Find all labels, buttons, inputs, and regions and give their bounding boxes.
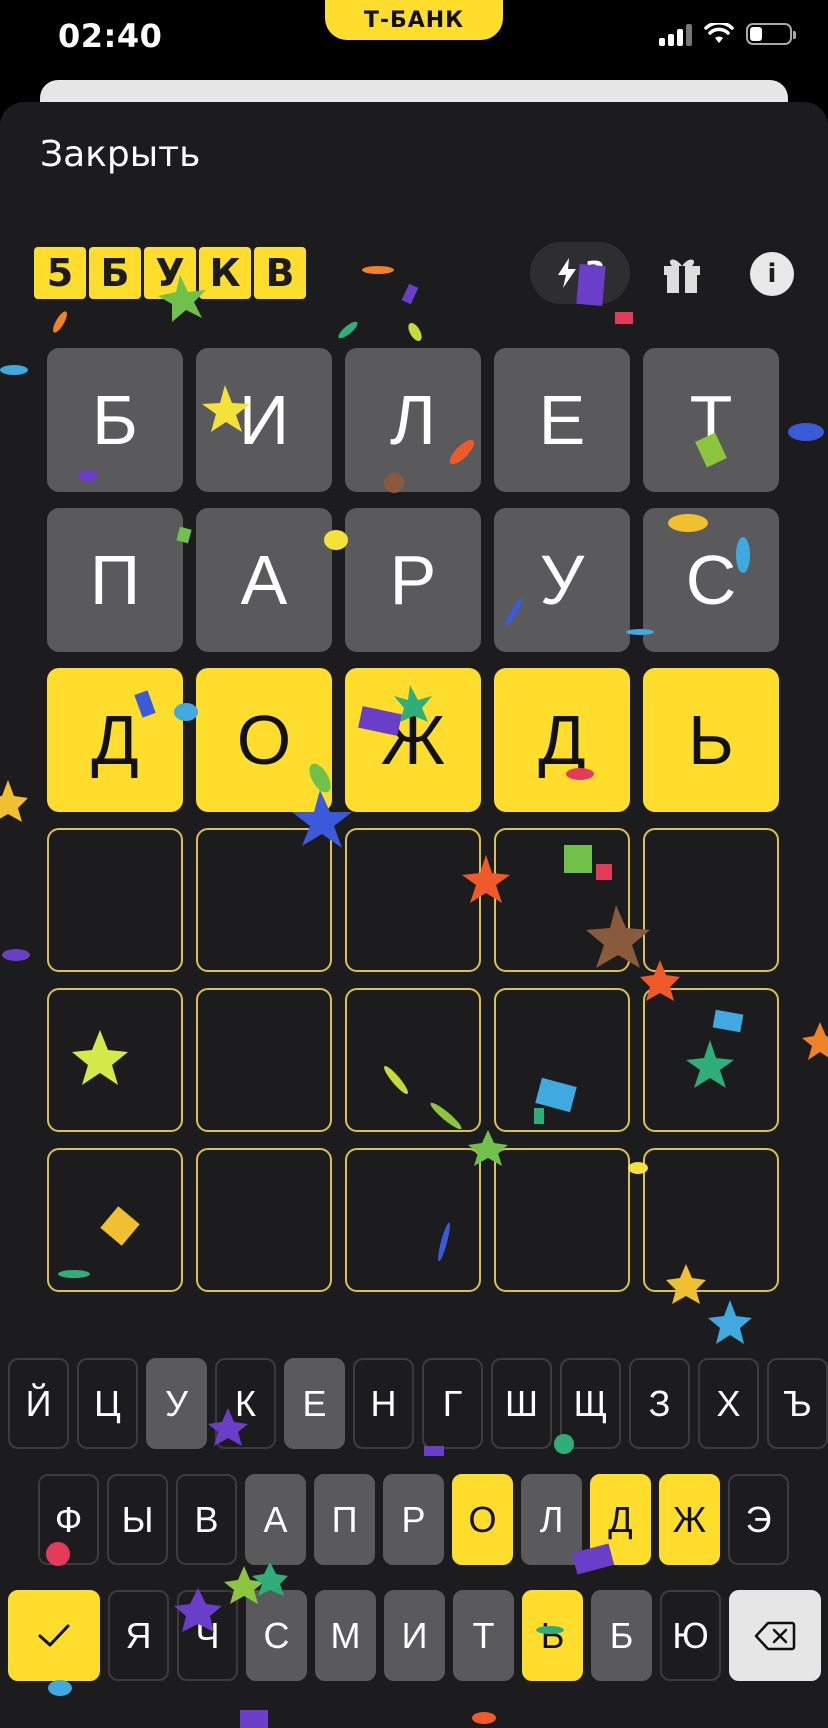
lightning-icon (557, 258, 576, 288)
key[interactable]: Е (284, 1358, 345, 1449)
key[interactable]: Ш (491, 1358, 552, 1449)
check-icon (38, 1624, 70, 1646)
key[interactable]: Г (422, 1358, 483, 1449)
key[interactable]: Ц (77, 1358, 138, 1449)
board-cell-empty (345, 1148, 481, 1292)
key[interactable]: П (314, 1474, 375, 1565)
logo-letter: У (144, 247, 196, 299)
key[interactable]: И (384, 1590, 445, 1681)
key[interactable]: Э (728, 1474, 789, 1565)
key[interactable]: А (245, 1474, 306, 1565)
board-cell-empty (494, 1148, 630, 1292)
board-cell: О (196, 668, 332, 812)
board-cell: Ж (345, 668, 481, 812)
board-cell-empty (643, 1148, 779, 1292)
key[interactable]: Ю (660, 1590, 721, 1681)
key[interactable]: Я (108, 1590, 169, 1681)
key[interactable]: Й (8, 1358, 69, 1449)
key[interactable]: О (452, 1474, 513, 1565)
key[interactable]: Ж (659, 1474, 720, 1565)
system-icons (659, 22, 796, 46)
board-cell: У (494, 508, 630, 652)
logo-letter: К (199, 247, 251, 299)
board-cell-empty (196, 828, 332, 972)
energy-counter[interactable]: 3 (530, 242, 630, 304)
key[interactable]: У (146, 1358, 207, 1449)
battery-icon (746, 23, 796, 45)
key[interactable]: Н (353, 1358, 414, 1449)
key[interactable]: Ь (522, 1590, 583, 1681)
key[interactable]: С (246, 1590, 307, 1681)
status-time: 02:40 (58, 17, 163, 55)
submit-key[interactable] (8, 1590, 100, 1681)
board-cell-empty (196, 1148, 332, 1292)
board-cell-empty (47, 988, 183, 1132)
board-cell: Р (345, 508, 481, 652)
key[interactable]: Ф (38, 1474, 99, 1565)
board-cell: Д (47, 668, 183, 812)
key[interactable]: Ы (107, 1474, 168, 1565)
energy-count: 3 (584, 255, 606, 291)
backspace-key[interactable] (729, 1590, 821, 1681)
board-cell: Л (345, 348, 481, 492)
board-cell: Б (47, 348, 183, 492)
key[interactable]: З (629, 1358, 690, 1449)
board-cell: Д (494, 668, 630, 812)
board-cell: А (196, 508, 332, 652)
game-board: Б И Л Е Т П А Р У С Д О Ж Д Ь (47, 348, 779, 1292)
logo-letter: 5 (34, 247, 86, 299)
board-cell: Е (494, 348, 630, 492)
game-logo: 5 Б У К В (34, 247, 306, 299)
board-cell-empty (643, 988, 779, 1132)
close-button[interactable]: Закрыть (40, 134, 200, 175)
key[interactable]: Ч (177, 1590, 238, 1681)
logo-letter: В (254, 247, 306, 299)
board-cell-empty (196, 988, 332, 1132)
key[interactable]: Д (590, 1474, 651, 1565)
wifi-icon (704, 23, 734, 43)
key[interactable]: К (215, 1358, 276, 1449)
key[interactable]: Щ (560, 1358, 621, 1449)
board-cell-empty (494, 988, 630, 1132)
key[interactable]: Х (698, 1358, 759, 1449)
key[interactable]: М (315, 1590, 376, 1681)
status-bar: 02:40 Т-БАНК (0, 0, 828, 80)
board-cell: П (47, 508, 183, 652)
info-icon[interactable]: i (750, 252, 794, 296)
key[interactable]: Ъ (767, 1358, 828, 1449)
keyboard-row-1: Й Ц У К Е Н Г Ш Щ З Х Ъ (8, 1358, 828, 1449)
board-cell-empty (47, 828, 183, 972)
keyboard-row-3: Я Ч С М И Т Ь Б Ю (8, 1590, 821, 1681)
key[interactable]: Р (383, 1474, 444, 1565)
key[interactable]: Л (521, 1474, 582, 1565)
board-cell-empty (494, 828, 630, 972)
board-cell-empty (47, 1148, 183, 1292)
board-cell-empty (345, 988, 481, 1132)
board-cell-empty (643, 828, 779, 972)
board-cell-empty (345, 828, 481, 972)
key[interactable]: Б (591, 1590, 652, 1681)
cellular-signal-icon (659, 22, 692, 46)
keyboard-row-2: Ф Ы В А П Р О Л Д Ж Э (38, 1474, 789, 1565)
logo-letter: Б (89, 247, 141, 299)
key[interactable]: В (176, 1474, 237, 1565)
bank-brand-pill[interactable]: Т-БАНК (325, 0, 503, 40)
key[interactable]: Т (453, 1590, 514, 1681)
board-cell: Т (643, 348, 779, 492)
gift-icon[interactable] (660, 252, 704, 296)
board-cell: Ь (643, 668, 779, 812)
board-cell: С (643, 508, 779, 652)
backspace-icon (754, 1621, 796, 1650)
board-cell: И (196, 348, 332, 492)
